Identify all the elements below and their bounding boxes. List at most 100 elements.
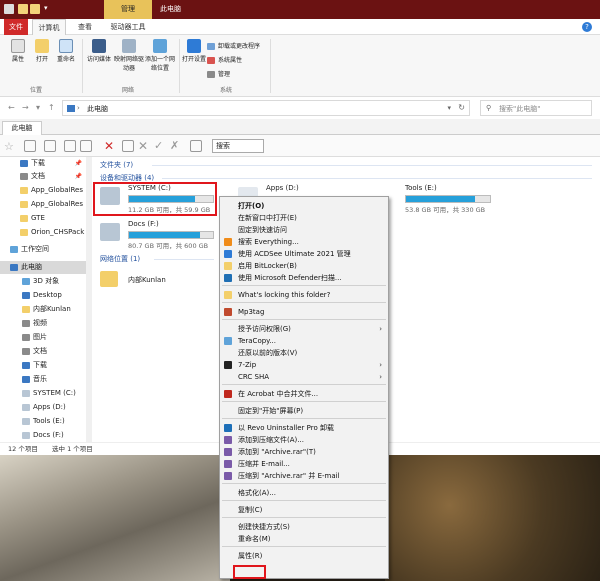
tab-view[interactable]: 查看 [70,19,100,35]
context-menu-item[interactable]: 压缩并 E-mail... [220,458,388,470]
manage-button[interactable]: 管理 [207,69,230,78]
address-input[interactable]: › 此电脑 ▾ ↻ [62,100,470,116]
context-menu-item[interactable]: 启用 BitLocker(B) [220,260,388,272]
nav-item[interactable]: 下载 [0,359,92,372]
context-menu-item[interactable]: 还原以前的版本(V) [220,347,388,359]
drive-f[interactable]: Docs (F:) 80.7 GB 可用，共 600 GB [96,219,220,250]
context-menu-item[interactable]: 压缩到 "Archive.rar" 并 E-mail [220,470,388,482]
nav-item[interactable]: Apps (D:) [0,401,92,414]
chevron-down-icon[interactable]: ▾ [44,4,50,14]
nav-item-icon [22,277,30,285]
folders-header[interactable]: 文件夹 (7) [100,160,133,170]
cut-icon[interactable] [122,140,134,152]
back-icon[interactable]: ← [8,103,15,112]
nav-item[interactable]: GTE [0,212,92,225]
map-drive-button[interactable]: 映射网络驱动器 [114,39,144,73]
context-menu-item[interactable]: 固定到快速访问 [220,224,388,236]
details-icon[interactable] [190,140,202,152]
nav-item[interactable]: 视频 [0,317,92,330]
context-menu-item[interactable]: 以 Revo Uninstaller Pro 卸载 [220,422,388,434]
context-menu-item[interactable]: 固定到"开始"屏幕(P) [220,405,388,417]
toolbar-search[interactable]: 搜索 [212,139,264,153]
nav-item[interactable]: Tools (E:) [0,415,92,428]
delete-icon[interactable]: ✕ [104,140,116,152]
menu-item-label: 复制(C) [238,506,263,514]
context-menu-item[interactable]: 创建快捷方式(S) [220,521,388,533]
system-props-button[interactable]: 系统属性 [207,55,242,64]
copy-icon[interactable] [64,140,76,152]
context-menu-item[interactable]: Mp3tag [220,306,388,318]
context-menu-item[interactable]: 7-Zip › [220,359,388,371]
view-icon[interactable] [24,140,36,152]
context-menu-item[interactable]: 打开(O) [220,200,388,212]
context-menu-item[interactable]: 添加到 "Archive.rar"(T) [220,446,388,458]
nav-item[interactable]: App_GlobalRes [0,184,92,197]
context-menu-item[interactable]: 在 Acrobat 中合并文件... [220,388,388,400]
nav-item[interactable]: 3D 对象 [0,275,92,288]
tab-drive-tools[interactable]: 驱动器工具 [104,19,152,35]
nav-item[interactable]: 文档 📌 [0,170,92,183]
context-menu-item[interactable]: 使用 Microsoft Defender扫描... [220,272,388,284]
network-header[interactable]: 网络位置 (1) [100,254,140,264]
context-menu-item[interactable]: 添加到压缩文件(A)... [220,434,388,446]
nav-item-icon [22,361,30,369]
nav-item[interactable]: 下载 📌 [0,157,92,170]
context-menu-item[interactable]: TeraCopy... [220,335,388,347]
network-location[interactable]: 内部Kunlan [96,267,216,297]
tab-this-pc[interactable]: 此电脑 [2,121,42,135]
remove-icon[interactable]: ✕ [138,140,150,152]
nav-item[interactable]: Desktop [0,289,92,302]
context-menu-item[interactable]: 复制(C) [220,504,388,516]
add-location-button[interactable]: 添加一个网络位置 [144,39,176,73]
tab-computer[interactable]: 计算机 [32,19,66,35]
star-icon[interactable]: ☆ [4,140,16,153]
nav-item[interactable]: 文档 [0,345,92,358]
context-menu-item[interactable]: 重命名(M) [220,533,388,545]
context-menu-item[interactable]: 属性(R) [220,550,388,562]
layout-icon[interactable] [44,140,56,152]
search-input[interactable]: ⚲ 搜索"此电脑" [480,100,592,116]
drive-info: 53.8 GB 可用，共 330 GB [405,206,486,214]
paste-icon[interactable] [80,140,92,152]
manage-tool-tab[interactable]: 管理 [104,0,152,19]
menu-item-label: 搜索 Everything... [238,238,299,246]
uninstall-button[interactable]: 卸载或更改程序 [207,41,260,50]
refresh-icon[interactable]: ↻ [458,103,465,112]
nav-item[interactable]: 音乐 [0,373,92,386]
nav-item[interactable]: 此电脑 [0,261,92,274]
nav-item[interactable]: 工作空间 [0,243,92,256]
context-menu-item[interactable]: CRC SHA › [220,371,388,383]
new-folder-icon[interactable] [30,4,40,14]
nav-item[interactable]: 图片 [0,331,92,344]
access-media-button[interactable]: 访问媒体 [84,39,114,64]
nav-item-icon [22,389,30,397]
forward-icon[interactable]: → [22,103,29,112]
context-menu-item[interactable]: 搜索 Everything... [220,236,388,248]
context-menu-item[interactable]: 使用 ACDSee Ultimate 2021 管理 [220,248,388,260]
nav-item[interactable]: Docs (F:) [0,429,92,442]
menu-item-label: 添加到压缩文件(A)... [238,436,304,444]
check-icon[interactable]: ✓ [154,140,166,152]
rename-button[interactable]: 重命名 [52,39,80,64]
context-menu-item[interactable]: What's locking this folder? [220,289,388,301]
chevron-down-icon[interactable]: ▾ [36,103,40,112]
open-settings-button[interactable]: 打开设置 [180,39,208,64]
chevron-down-icon[interactable]: ▾ [447,104,451,112]
folder-icon[interactable] [18,4,28,14]
uncheck-icon[interactable]: ✗ [170,140,182,152]
rename-icon [59,39,73,53]
context-menu-item[interactable]: 授予访问权限(G) › [220,323,388,335]
nav-item[interactable]: SYSTEM (C:) [0,387,92,400]
tab-file[interactable]: 文件 [4,19,28,35]
nav-item[interactable]: 内部Kunlan [0,303,92,316]
up-icon[interactable]: ↑ [48,103,55,112]
context-menu-item[interactable]: 格式化(A)... [220,487,388,499]
nav-item[interactable]: Orion_CHSPack [0,226,92,239]
context-menu-item[interactable]: 在新窗口中打开(E) [220,212,388,224]
nav-item[interactable]: App_GlobalRes [0,198,92,211]
group-separator [82,39,83,93]
nav-item-icon [20,172,28,180]
help-icon[interactable]: ? [582,22,592,32]
drive-e[interactable]: Tools (E:) 53.8 GB 可用，共 330 GB [372,183,512,214]
nav-item-label: 文档 [33,347,47,355]
